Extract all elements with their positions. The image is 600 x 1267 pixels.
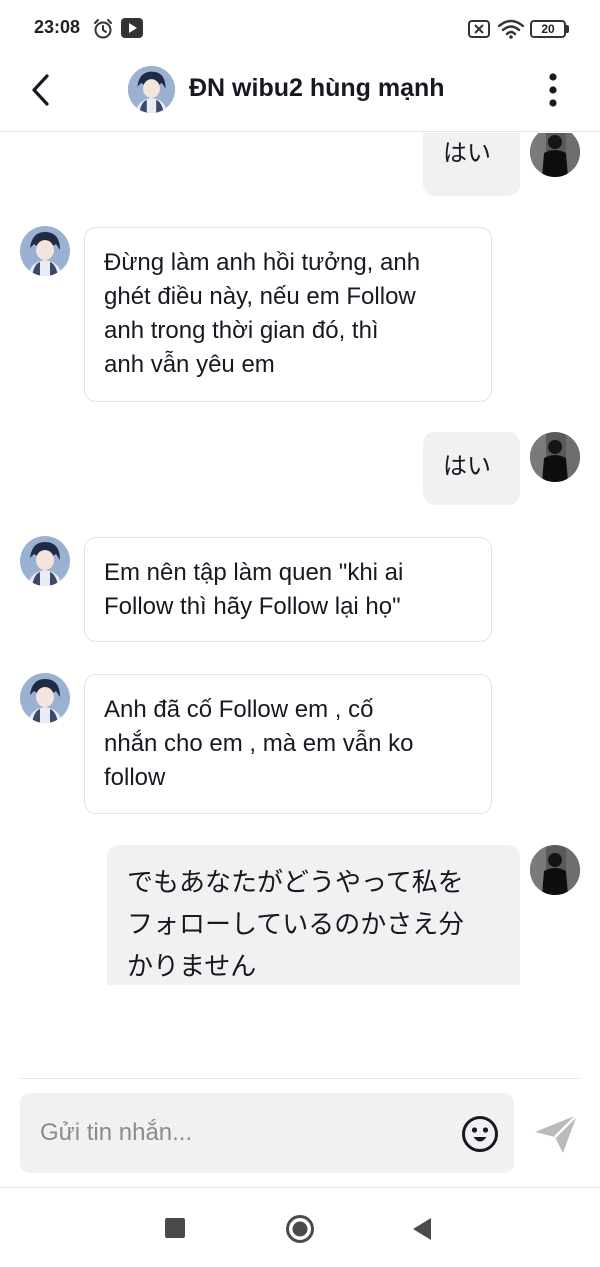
- message-input[interactable]: [40, 1113, 460, 1153]
- message-bubble-sent[interactable]: はい: [423, 133, 520, 196]
- home-circle-icon[interactable]: [285, 1214, 315, 1244]
- battery-tip: [566, 25, 569, 33]
- media-icon: [121, 18, 143, 38]
- contact-avatar-small[interactable]: [20, 673, 70, 723]
- battery-level: 20: [541, 22, 555, 36]
- message-line: Em nên tập làm quen "khi ai: [104, 559, 404, 586]
- message-bubble-received[interactable]: Đừng làm anh hồi tưởng, anh ghét điều nà…: [84, 227, 492, 402]
- anime-avatar-image: [20, 536, 70, 586]
- more-vertical-icon: [549, 73, 557, 107]
- status-bar: 23:08 20: [0, 0, 600, 58]
- status-time: 23:08: [34, 17, 81, 37]
- message-line: follow: [104, 764, 166, 791]
- system-nav-bar: [0, 1187, 600, 1267]
- my-avatar[interactable]: [530, 432, 580, 482]
- my-avatar[interactable]: [530, 845, 580, 895]
- message-list[interactable]: はい Đừng làm anh hồi tưởng, anh ghét điều…: [0, 133, 600, 1078]
- battery-icon: 20: [530, 20, 566, 38]
- message-line: Follow thì hãy Follow lại họ": [104, 593, 401, 620]
- back-triangle-icon[interactable]: [412, 1217, 432, 1241]
- message-text: はい: [443, 453, 491, 480]
- message-line: ghét điều này, nếu em Follow: [104, 283, 416, 310]
- message-line: anh trong thời gian đó, thì: [104, 317, 379, 344]
- chevron-left-icon: [32, 74, 49, 106]
- message-line: フォローしているのかさえ分: [127, 909, 465, 939]
- composer-divider: [20, 1078, 580, 1079]
- dark-avatar-image: [530, 432, 580, 482]
- message-composer: [20, 1093, 514, 1173]
- alarm-icon: [94, 19, 112, 39]
- recents-square-icon[interactable]: [164, 1217, 186, 1239]
- contact-avatar[interactable]: [128, 66, 175, 113]
- message-bubble-sent[interactable]: はい: [423, 432, 520, 505]
- contact-avatar-small[interactable]: [20, 226, 70, 276]
- anime-avatar-image: [20, 226, 70, 276]
- send-icon[interactable]: [532, 1112, 580, 1156]
- message-text: はい: [443, 140, 491, 167]
- anime-avatar-image: [20, 673, 70, 723]
- contact-avatar-small[interactable]: [20, 536, 70, 586]
- message-line: でもあなたがどうやって私を: [127, 867, 464, 897]
- sim-off-icon: [468, 20, 490, 38]
- back-button[interactable]: [22, 70, 58, 110]
- message-line: anh vẫn yêu em: [104, 351, 275, 378]
- chat-title: ĐN wibu2 hùng mạnh: [189, 74, 445, 102]
- message-bubble-received[interactable]: Anh đã cố Follow em , cố nhắn cho em , m…: [84, 674, 492, 814]
- dark-avatar-image: [530, 133, 580, 177]
- chat-header: ĐN wibu2 hùng mạnh: [0, 58, 600, 132]
- message-line: Đừng làm anh hồi tưởng, anh: [104, 249, 421, 276]
- emoji-icon[interactable]: [461, 1115, 499, 1153]
- message-bubble-received[interactable]: Em nên tập làm quen "khi ai Follow thì h…: [84, 537, 492, 642]
- dark-avatar-image: [530, 845, 580, 895]
- wifi-icon: [498, 19, 524, 39]
- more-options-button[interactable]: [538, 70, 568, 110]
- message-line: Anh đã cố Follow em , cố: [104, 696, 374, 723]
- my-avatar[interactable]: [530, 133, 580, 177]
- message-bubble-sent[interactable]: でもあなたがどうやって私を フォローしているのかさえ分 かりません: [107, 845, 520, 985]
- message-line: nhắn cho em , mà em vẫn ko: [104, 730, 414, 757]
- anime-avatar-image: [128, 66, 175, 113]
- message-line: かりません: [127, 951, 257, 981]
